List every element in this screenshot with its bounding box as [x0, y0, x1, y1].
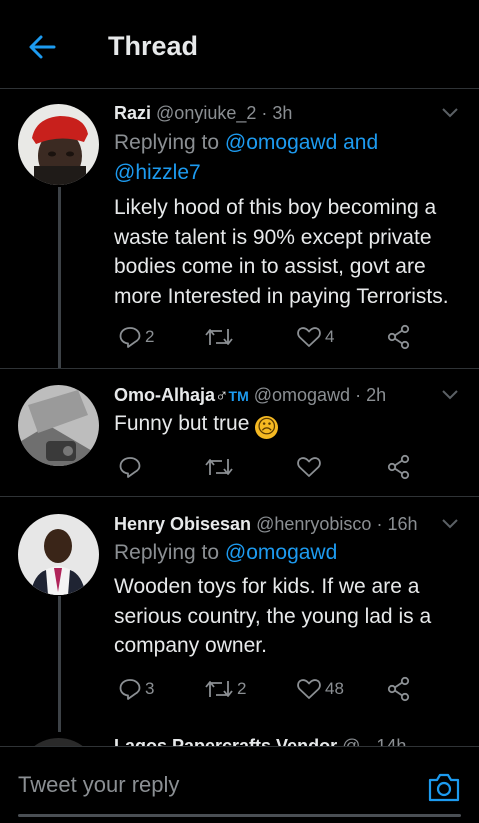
- replying-to: Replying to @omogawd and @hizzle7: [114, 128, 454, 188]
- tweet-meta: Omo-Alhaja♂TM @omogawd · 2h: [114, 385, 386, 406]
- back-arrow-icon[interactable]: [26, 31, 58, 63]
- thread-line: [58, 596, 61, 732]
- tweet-razi[interactable]: Razi @onyiuke_2 · 3h Replying to @omogaw…: [0, 89, 479, 369]
- heart-icon: [297, 327, 321, 347]
- retweet-button[interactable]: [204, 454, 237, 480]
- replying-to: Replying to @omogawd: [114, 538, 454, 568]
- like-count: 48: [325, 679, 344, 698]
- camera-icon[interactable]: [427, 771, 461, 803]
- tweet-text: Likely hood of this boy becoming a waste…: [114, 196, 449, 308]
- share-icon: [387, 454, 410, 480]
- avatar[interactable]: [18, 385, 99, 466]
- mention-link[interactable]: @omogawd: [225, 541, 337, 564]
- tweet-text: Funny but true ☹: [114, 409, 464, 439]
- retweet-button[interactable]: [204, 324, 237, 350]
- reply-icon: [119, 679, 141, 700]
- like-button[interactable]: 4: [296, 324, 334, 350]
- heart-icon: [297, 679, 321, 699]
- chevron-down-icon[interactable]: [441, 518, 459, 530]
- reply-button[interactable]: 2: [118, 324, 154, 350]
- timestamp: 2h: [366, 385, 387, 405]
- replying-to-label: Replying to: [114, 131, 220, 154]
- separator-dot: ·: [261, 103, 268, 123]
- reply-icon: [119, 327, 141, 348]
- thread-line: [58, 187, 61, 368]
- heart-icon: [297, 457, 321, 477]
- timestamp: 16h: [387, 514, 418, 534]
- page-title: Thread: [108, 31, 199, 61]
- retweet-count: 2: [237, 679, 247, 698]
- replying-to-label: Replying to: [114, 541, 220, 564]
- tweet-text: Wooden toys for kids. If we are a seriou…: [114, 575, 432, 657]
- chevron-down-icon[interactable]: [441, 107, 459, 119]
- separator-dot: ·: [376, 514, 383, 534]
- tweet-meta: Razi @onyiuke_2 · 3h: [114, 103, 292, 124]
- chevron-down-icon[interactable]: [441, 389, 459, 401]
- author-name[interactable]: Omo-Alhaja♂: [114, 385, 229, 405]
- like-button[interactable]: [296, 454, 325, 480]
- home-indicator: [18, 814, 461, 817]
- retweet-icon: [205, 459, 233, 475]
- author-handle[interactable]: @omogawd: [254, 385, 350, 405]
- share-button[interactable]: [386, 454, 412, 480]
- reply-count: 2: [145, 327, 155, 346]
- reply-composer[interactable]: Tweet your reply: [0, 746, 479, 823]
- like-button[interactable]: 48: [296, 676, 344, 702]
- retweet-icon: [205, 681, 233, 697]
- author-handle[interactable]: @onyiuke_2: [156, 103, 256, 123]
- author-handle[interactable]: @henryobisco: [256, 514, 371, 534]
- like-count: 4: [325, 327, 335, 346]
- retweet-button[interactable]: 2: [204, 676, 246, 702]
- author-name[interactable]: Henry Obisesan: [114, 514, 251, 534]
- share-icon: [387, 676, 410, 702]
- top-bar: Thread: [0, 0, 479, 89]
- tweet-actions: 2 4: [114, 324, 414, 350]
- reply-count: 3: [145, 679, 155, 698]
- tweet-actions: 3 2 48: [114, 676, 414, 702]
- reply-icon: [119, 457, 141, 478]
- mention-and: and: [343, 131, 379, 154]
- tweet-meta: Henry Obisesan @henryobisco · 16h: [114, 514, 418, 535]
- reply-button[interactable]: 3: [118, 676, 154, 702]
- tweet-text-content: Funny but true: [114, 412, 250, 435]
- tweet-actions: [114, 454, 414, 480]
- reply-input[interactable]: Tweet your reply: [18, 772, 179, 798]
- mention-link[interactable]: @omogawd: [225, 131, 337, 154]
- share-button[interactable]: [386, 676, 412, 702]
- mention-link[interactable]: @hizzle7: [114, 161, 201, 184]
- avatar[interactable]: [18, 514, 99, 595]
- timestamp: 3h: [272, 103, 293, 123]
- share-icon: [387, 324, 410, 350]
- retweet-icon: [205, 329, 233, 345]
- avatar[interactable]: [18, 104, 99, 185]
- separator-dot: ·: [355, 385, 362, 405]
- author-name[interactable]: Razi: [114, 103, 151, 123]
- share-button[interactable]: [386, 324, 412, 350]
- tweet-omo-alhaja[interactable]: Omo-Alhaja♂TM @omogawd · 2h Funny but tr…: [0, 368, 479, 497]
- frowning-face-emoji: ☹: [255, 416, 279, 439]
- tweet-henry-obisesan[interactable]: Henry Obisesan @henryobisco · 16h Replyi…: [0, 497, 479, 732]
- reply-button[interactable]: [118, 454, 145, 480]
- tm-badge: TM: [228, 388, 249, 404]
